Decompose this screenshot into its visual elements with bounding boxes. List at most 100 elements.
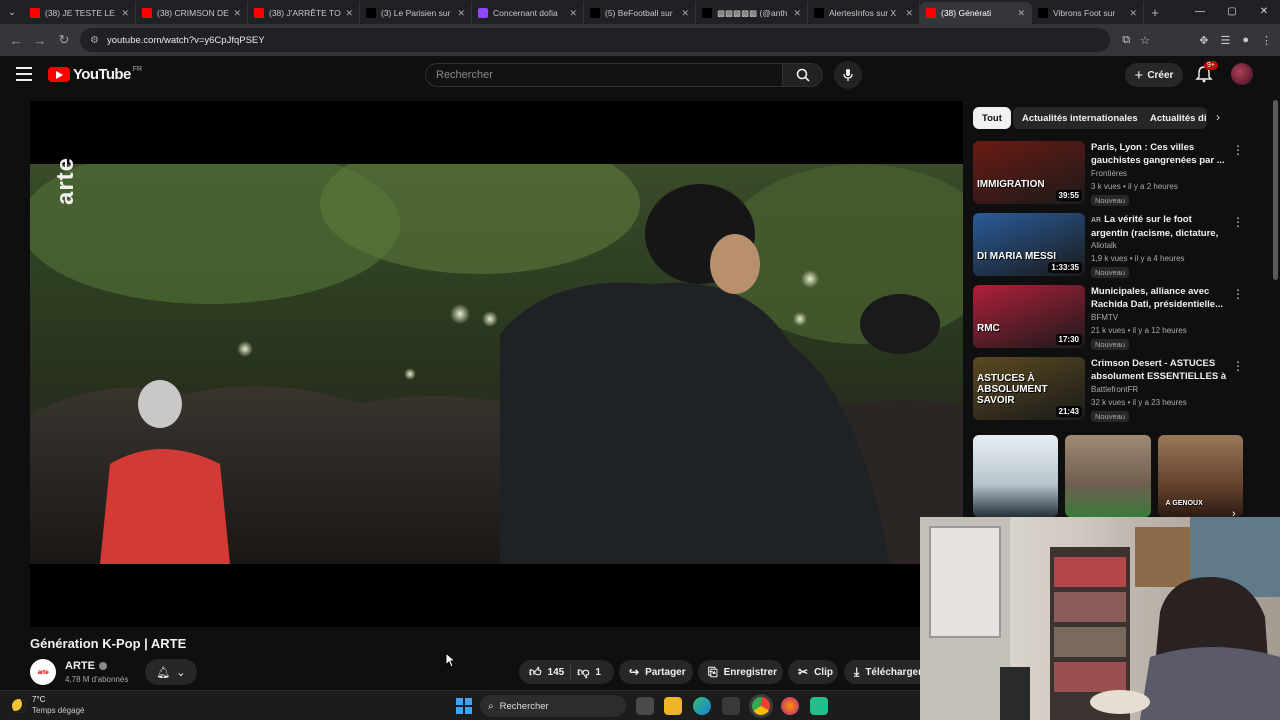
close-tab-icon[interactable]: ✕ (793, 8, 801, 19)
clip-button[interactable]: ✂ Clip (788, 660, 838, 684)
browser-tab[interactable]: (38) JE TESTE LE N ✕ (24, 2, 136, 24)
short-thumbnail[interactable]: A GENOUX (1157, 435, 1243, 517)
recommendation-channel[interactable]: BattlefrontFR (1091, 385, 1138, 394)
account-avatar[interactable] (1231, 63, 1253, 85)
more-options-icon[interactable]: ⋮ (1232, 287, 1244, 301)
browser-tab[interactable]: ▩▩▩▩▩ (@anth ✕ (696, 2, 808, 24)
app-icon[interactable] (810, 697, 828, 715)
url-text[interactable]: youtube.com/watch?v=y6CpJfqPSEY (107, 35, 265, 46)
voice-search-button[interactable] (834, 61, 862, 89)
close-tab-icon[interactable]: ✕ (233, 8, 241, 19)
scrollbar[interactable] (1273, 100, 1278, 280)
video-thumbnail[interactable]: DI MARIA MESSI 1:33:35 (973, 213, 1085, 276)
recommendation-title-text[interactable]: Paris, Lyon : Ces villes gauchistes gang… (1091, 142, 1225, 166)
windows-start-icon[interactable] (456, 698, 472, 714)
close-tab-icon[interactable]: ✕ (905, 8, 913, 19)
cast-icon[interactable]: ⧉ (1122, 34, 1130, 47)
close-window-icon[interactable]: ✕ (1248, 0, 1280, 24)
share-button[interactable]: ↪ Partager (619, 660, 693, 684)
firefox-icon[interactable] (781, 697, 799, 715)
recommendation-item[interactable]: RMC 17:30 Municipales, alliance avec Rachi… (973, 285, 1273, 351)
chip-actualites-di[interactable]: Actualités di (1141, 107, 1207, 129)
browser-tab[interactable]: AlertesInfos sur X ✕ (808, 2, 920, 24)
tab-search-chevron-icon[interactable]: ⌄ (0, 0, 24, 24)
tab-title[interactable]: (38) Générati (941, 8, 1013, 18)
save-button[interactable]: ⎘ Enregistrer (698, 660, 783, 684)
video-player[interactable]: arte (30, 101, 963, 627)
tab-title[interactable]: Vibrons Foot sur (1053, 8, 1125, 18)
bookmark-star-icon[interactable]: ☆ (1140, 34, 1150, 47)
menu-icon[interactable] (16, 67, 32, 81)
browser-tab[interactable]: Vibrons Foot sur ✕ (1032, 2, 1144, 24)
close-tab-icon[interactable]: ✕ (1017, 8, 1025, 19)
extensions-icon[interactable]: ✥ (1199, 34, 1208, 47)
tab-title[interactable]: (38) CRIMSON DE (157, 8, 229, 18)
tab-title[interactable]: (38) J'ARRÊTE TO (269, 8, 341, 18)
chip-tout[interactable]: Tout (973, 107, 1011, 129)
taskbar-search[interactable]: ⌕ Rechercher (480, 695, 626, 717)
recommendation-title[interactable]: Crimson Desert - ASTUCES absolument ESSE… (1091, 357, 1227, 383)
recommendation-title-text[interactable]: Crimson Desert - ASTUCES absolument ESSE… (1091, 358, 1226, 383)
edge-icon[interactable] (693, 697, 711, 715)
recommendation-title-text[interactable]: Municipales, alliance avec Rachida Dati,… (1091, 286, 1223, 311)
recommendation-title[interactable]: AR La vérité sur le foot argentin (racism… (1091, 213, 1227, 239)
new-tab-button[interactable]: + (1144, 5, 1166, 20)
recommendation-item[interactable]: IMMIGRATION 39:55 Paris, Lyon : Ces villes… (973, 141, 1273, 207)
omnibox[interactable]: ⚙ youtube.com/watch?v=y6CpJfqPSEY (80, 28, 1110, 52)
channel-name[interactable]: ARTE (65, 660, 107, 672)
search-input[interactable]: Rechercher (425, 63, 783, 87)
more-options-icon[interactable]: ⋮ (1232, 359, 1244, 373)
chrome-icon[interactable] (752, 697, 770, 715)
close-tab-icon[interactable]: ✕ (569, 8, 577, 19)
search-button[interactable] (783, 63, 823, 87)
tab-title[interactable]: (3) Le Parisien sur (381, 8, 453, 18)
video-thumbnail[interactable]: ASTUCES À ABSOLUMENT SAVOIR 21:43 (973, 357, 1085, 420)
tab-title[interactable]: Concernant dofia (493, 8, 565, 18)
more-options-icon[interactable]: ⋮ (1232, 215, 1244, 229)
store-icon[interactable] (722, 697, 740, 715)
channel-name-text[interactable]: ARTE (65, 660, 95, 672)
youtube-logo[interactable]: YouTube FR (48, 66, 142, 83)
channel-avatar[interactable]: arte (30, 659, 56, 685)
minimize-icon[interactable]: — (1184, 0, 1216, 24)
browser-tab[interactable]: (38) Générati ✕ (920, 2, 1032, 24)
video-thumbnail[interactable]: RMC 17:30 (973, 285, 1085, 348)
recommendation-channel[interactable]: Frontières (1091, 169, 1127, 178)
like-count[interactable]: 145 (548, 667, 565, 678)
recommendation-title[interactable]: Municipales, alliance avec Rachida Dati,… (1091, 285, 1227, 311)
profile-icon[interactable]: ● (1242, 34, 1249, 46)
close-tab-icon[interactable]: ✕ (121, 8, 129, 19)
reload-icon[interactable]: ↻ (52, 32, 76, 48)
close-tab-icon[interactable]: ✕ (457, 8, 465, 19)
subscription-bell-button[interactable]: 🔔︎ ⌄ (145, 659, 197, 685)
recommendation-item[interactable]: ASTUCES À ABSOLUMENT SAVOIR 21:43 Crimson … (973, 357, 1273, 423)
video-thumbnail[interactable]: IMMIGRATION 39:55 (973, 141, 1085, 204)
create-button[interactable]: + Créer (1125, 63, 1183, 87)
forward-icon[interactable]: → (28, 33, 52, 48)
short-thumbnail[interactable] (973, 435, 1059, 517)
download-button[interactable]: ⤓ Télécharger (844, 660, 920, 684)
close-tab-icon[interactable]: ✕ (345, 8, 353, 19)
site-info-icon[interactable]: ⚙ (90, 35, 99, 46)
browser-tab[interactable]: (38) J'ARRÊTE TO ✕ (248, 2, 360, 24)
recommendation-title-text[interactable]: La vérité sur le foot argentin (racisme,… (1091, 214, 1218, 239)
weather-widget[interactable]: 7°C Temps dégagé (12, 695, 84, 716)
short-thumbnail[interactable] (1065, 435, 1151, 517)
browser-menu-icon[interactable]: ⋮ (1261, 34, 1272, 47)
thumbs-down-icon[interactable]: 👎︎ (577, 665, 589, 680)
dislike-count[interactable]: 1 (595, 667, 601, 678)
browser-tab[interactable]: Concernant dofia ✕ (472, 2, 584, 24)
tab-title[interactable]: ▩▩▩▩▩ (@anth (717, 8, 789, 19)
maximize-icon[interactable]: ▢ (1216, 0, 1248, 24)
close-tab-icon[interactable]: ✕ (1129, 8, 1137, 19)
reading-list-icon[interactable]: ☰ (1220, 34, 1230, 47)
recommendation-title[interactable]: Paris, Lyon : Ces villes gauchistes gang… (1091, 141, 1227, 167)
browser-tab[interactable]: (3) Le Parisien sur ✕ (360, 2, 472, 24)
file-explorer-icon[interactable] (664, 697, 682, 715)
chip-actualites-internationales[interactable]: Actualités internationales (1013, 107, 1147, 129)
more-options-icon[interactable]: ⋮ (1232, 143, 1244, 157)
browser-tab[interactable]: (38) CRIMSON DE ✕ (136, 2, 248, 24)
chevron-right-icon[interactable]: › (1216, 110, 1220, 124)
thumbs-up-icon[interactable]: 👍︎ (529, 665, 542, 680)
browser-tab[interactable]: (5) BeFootball sur ✕ (584, 2, 696, 24)
